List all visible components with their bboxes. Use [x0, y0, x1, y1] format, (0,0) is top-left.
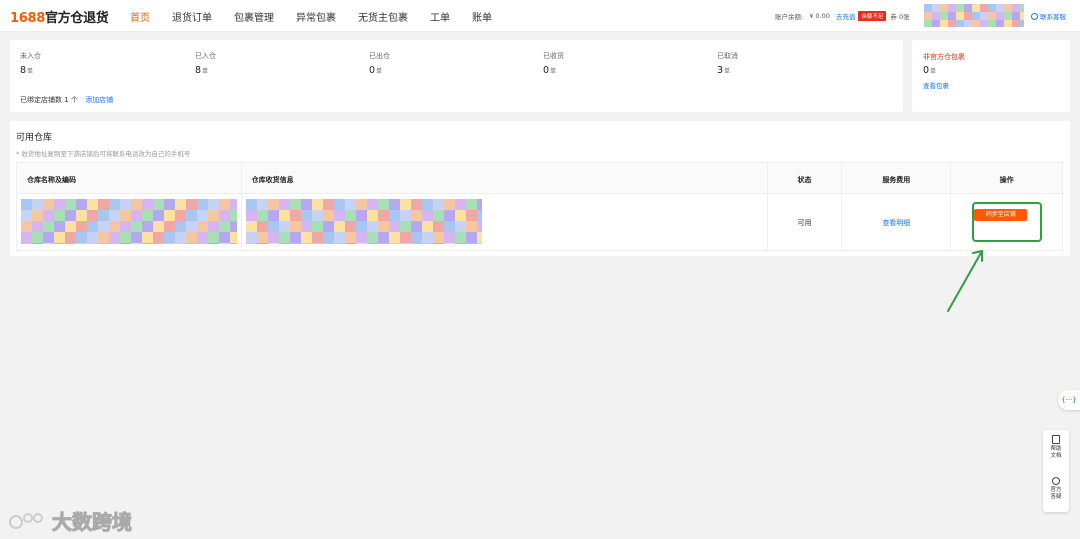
col-receiving-info: 仓库收货信息	[242, 163, 768, 193]
user-avatar-redacted[interactable]	[924, 4, 1024, 27]
stat-value: 8	[20, 65, 27, 76]
official-qa-label: 官方答疑	[1050, 487, 1062, 500]
main-nav: 首页 退货订单 包裹管理 异常包裹 无货主包裹 工单 账单	[130, 9, 514, 24]
nav-home[interactable]: 首页	[130, 9, 150, 24]
stat-value: 8	[195, 65, 202, 76]
col-action: 操作	[999, 176, 1014, 184]
order-stats-card: 未入仓 8单 已入仓 8单 已出仓 0单 已收货 0单 已取消 3单 已绑定店铺…	[10, 40, 903, 112]
table-row: 可用 查看明细 同步至店铺	[17, 194, 1062, 250]
non-official-title: 非官方仓包裹	[923, 53, 965, 61]
top-bar: 1688官方仓退货 首页 退货订单 包裹管理 异常包裹 无货主包裹 工单 账单 …	[0, 0, 1080, 32]
contact-support-label: 联系客服	[1040, 13, 1066, 21]
non-official-unit: 单	[930, 68, 937, 75]
account-info: 账户余额: ¥ 0.00 去充值 余额不足 券 0张	[775, 11, 910, 21]
help-docs-button[interactable]: 帮助文档	[1043, 435, 1069, 460]
watermark-logo-icon	[9, 512, 43, 529]
nav-abnormal-packages[interactable]: 异常包裹	[296, 9, 336, 24]
redacted-receiving-info	[245, 199, 482, 244]
stat-label: 未入仓	[20, 52, 41, 60]
highlight-box	[972, 202, 1043, 242]
receiving-info-cell	[242, 194, 768, 250]
chat-icon	[1052, 477, 1060, 485]
insufficient-badge: 余额不足	[858, 11, 887, 21]
stat-label: 已入仓	[195, 52, 216, 60]
stat-value: 3	[717, 65, 724, 76]
warehouse-table: 仓库名称及编码 仓库收货信息 状态 服务费用 操作 可用 查看明细 同步至店铺	[16, 162, 1063, 251]
sync-to-shop-button[interactable]: 同步至店铺	[974, 209, 1028, 221]
add-shop-link[interactable]: 添加店铺	[85, 96, 113, 104]
stat-unit: 单	[550, 68, 557, 75]
official-qa-button[interactable]: 官方答疑	[1043, 477, 1069, 501]
view-fee-details-link[interactable]: 查看明细	[882, 219, 910, 227]
stat-not-in-warehouse[interactable]: 未入仓 8单	[20, 51, 41, 76]
watermark-text: 大数跨境	[52, 510, 133, 535]
status-cell: 可用	[768, 194, 843, 250]
bound-shops-text: 已绑定店铺数 1 个	[20, 96, 78, 104]
brand-logo[interactable]: 1688官方仓退货	[10, 7, 109, 26]
stat-value: 0	[543, 65, 550, 76]
stat-received[interactable]: 已收货 0单	[543, 51, 564, 76]
non-official-package-card: 非官方仓包裹 0单 查看包裹	[912, 40, 1070, 112]
recharge-link[interactable]: 去充值	[836, 11, 856, 21]
floating-tool-tab[interactable]: {···}	[1058, 390, 1080, 410]
side-help-panel: 帮助文档 官方答疑	[1043, 430, 1069, 512]
stat-label: 已取消	[717, 52, 738, 60]
help-docs-label: 帮助文档	[1050, 446, 1062, 459]
stat-label: 已收货	[543, 52, 564, 60]
balance-value: ¥ 0.00	[809, 12, 830, 20]
watermark: 大数跨境	[8, 506, 133, 535]
balance-label: 账户余额:	[775, 13, 804, 21]
nav-ownerless-packages[interactable]: 无货主包裹	[358, 9, 408, 24]
col-warehouse-name: 仓库名称及编码	[17, 163, 242, 193]
service-fee-cell: 查看明细	[842, 194, 952, 250]
stat-unit: 单	[202, 68, 209, 75]
non-official-value: 0	[923, 65, 930, 76]
nav-bills[interactable]: 账单	[472, 9, 492, 24]
stat-in-warehouse[interactable]: 已入仓 8单	[195, 51, 216, 76]
warehouse-name-cell	[17, 194, 242, 250]
contact-support-link[interactable]: 联系客服	[1031, 11, 1066, 21]
nav-return-orders[interactable]: 退货订单	[172, 9, 212, 24]
action-cell: 同步至店铺	[951, 194, 1062, 250]
support-icon	[1031, 12, 1038, 20]
stat-value: 0	[369, 65, 376, 76]
view-packages-link[interactable]: 查看包裹	[923, 80, 949, 90]
stat-unit: 单	[376, 68, 383, 75]
stat-unit: 单	[724, 68, 731, 75]
stat-out-of-warehouse[interactable]: 已出仓 0单	[369, 51, 390, 76]
nav-tickets[interactable]: 工单	[430, 9, 450, 24]
redacted-warehouse-name	[21, 199, 237, 244]
warehouse-note: * 收货地址复制至下游店铺后可将联系电话改为自己的手机号	[16, 150, 191, 158]
annotation-arrow-icon	[947, 250, 983, 312]
nav-package-management[interactable]: 包裹管理	[234, 9, 274, 24]
brand-name: 官方仓退货	[44, 11, 109, 26]
stat-cancelled[interactable]: 已取消 3单	[717, 51, 738, 76]
coupon-count: 券 0张	[890, 13, 910, 21]
col-status: 状态	[768, 163, 843, 193]
available-warehouse-card: 可用仓库 * 收货地址复制至下游店铺后可将联系电话改为自己的手机号 仓库名称及编…	[10, 121, 1070, 256]
bound-shops: 已绑定店铺数 1 个 添加店铺	[20, 95, 113, 105]
document-icon	[1052, 435, 1060, 444]
stat-label: 已出仓	[369, 52, 390, 60]
col-service-fee: 服务费用	[842, 163, 952, 193]
brand-number: 1688	[10, 11, 45, 26]
stat-unit: 单	[27, 68, 34, 75]
table-header: 仓库名称及编码 仓库收货信息 状态 服务费用 操作	[17, 163, 1062, 194]
warehouse-title: 可用仓库	[16, 133, 53, 143]
